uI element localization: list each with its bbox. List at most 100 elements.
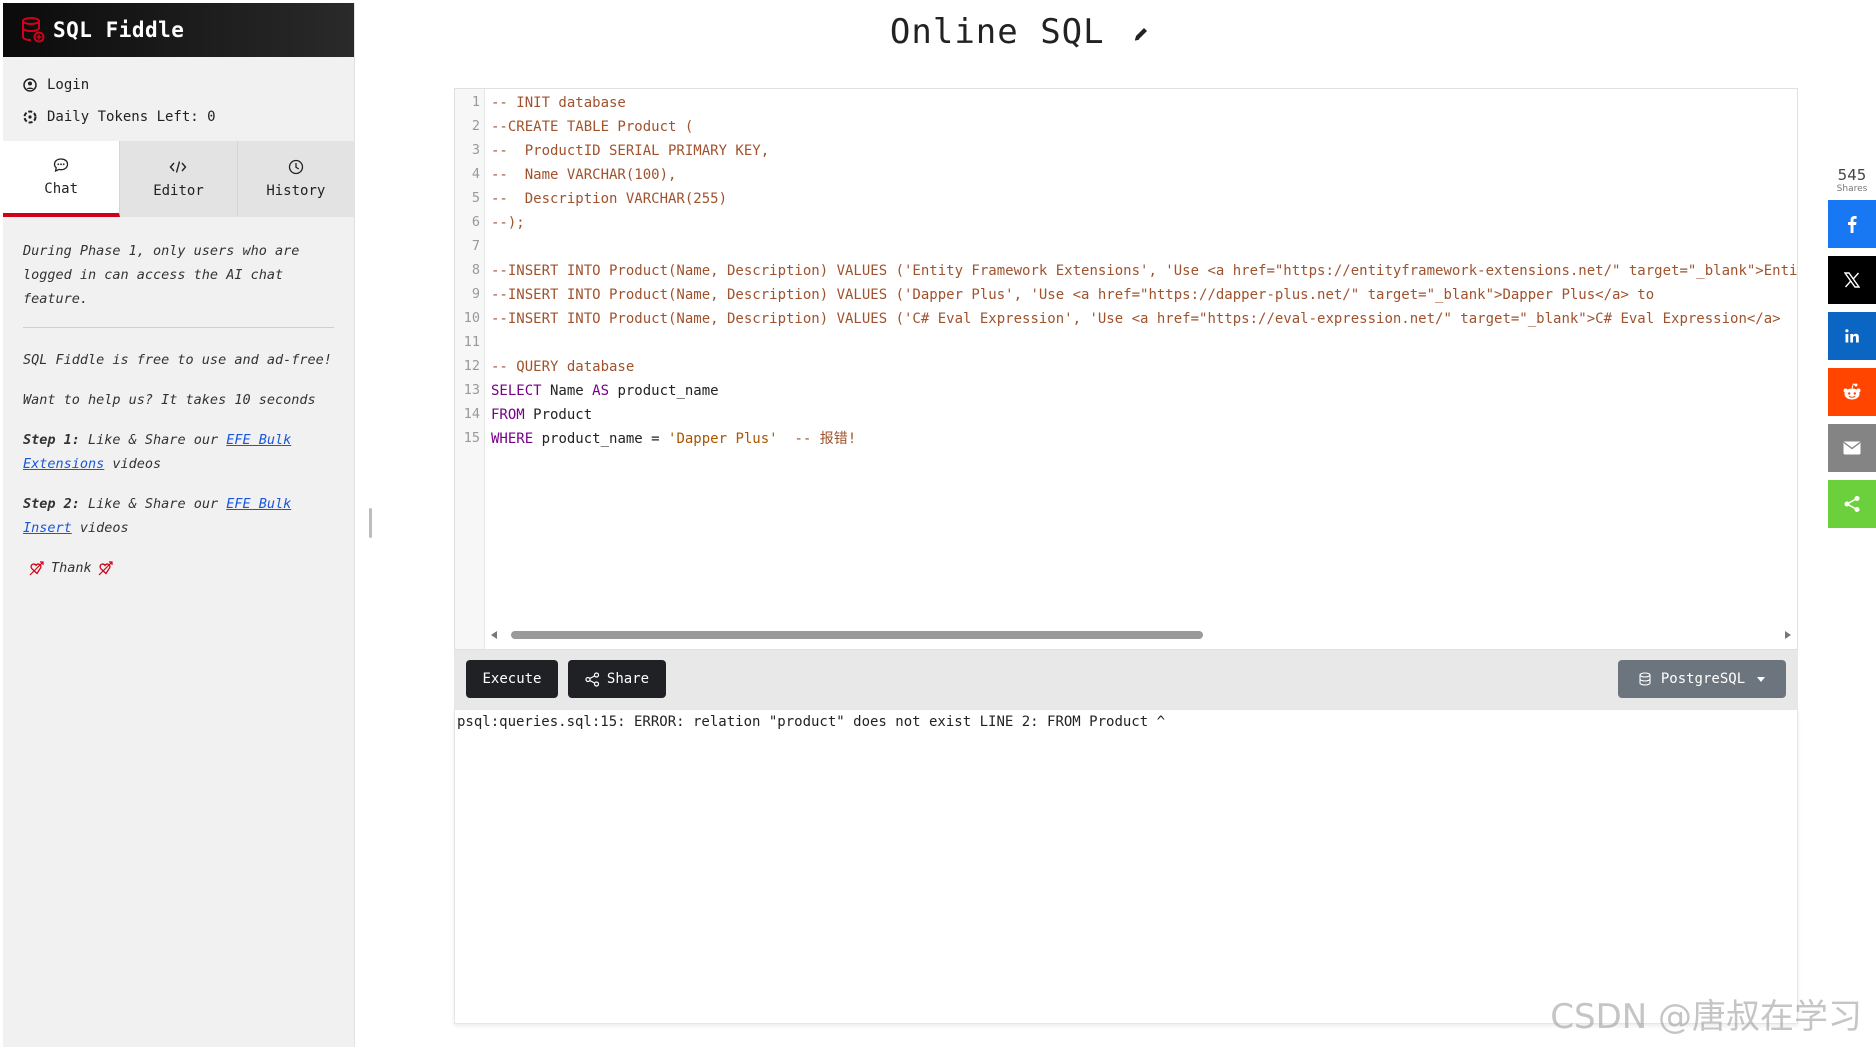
page-title[interactable]: Online SQL <box>600 12 1440 52</box>
step-2: Step 2: Like & Share our EFE Bulk Insert… <box>23 492 334 540</box>
code-token: --INSERT INTO Product(Name, Description)… <box>491 263 1797 279</box>
brand-header[interactable]: SQL Fiddle <box>3 3 354 57</box>
code-line[interactable]: --INSERT INTO Product(Name, Description)… <box>491 307 1781 331</box>
code-line[interactable]: --INSERT INTO Product(Name, Description)… <box>491 259 1797 283</box>
code-line[interactable]: -- Description VARCHAR(255) <box>491 187 727 211</box>
watermark: CSDN @唐叔在学习 <box>1550 997 1862 1037</box>
execute-button[interactable]: Execute <box>466 660 558 698</box>
line-number: 6 <box>471 214 480 230</box>
code-token: -- ProductID SERIAL PRIMARY KEY, <box>491 143 770 159</box>
phase-notice: During Phase 1, only users who are logge… <box>23 243 300 307</box>
editor-toolbar: Execute Share PostgreSQL <box>454 650 1798 710</box>
sidebar: SQL Fiddle Login Daily Tokens Left: 0 Ch… <box>3 3 355 1047</box>
database-dropdown[interactable]: PostgreSQL <box>1618 660 1786 698</box>
email-share-button[interactable] <box>1828 424 1876 472</box>
code-line[interactable]: --); <box>491 211 525 235</box>
divider <box>23 327 334 328</box>
line-number: 15 <box>463 430 480 446</box>
reddit-share-button[interactable] <box>1828 368 1876 416</box>
code-token: Product <box>524 407 593 423</box>
pencil-icon[interactable] <box>1132 25 1150 43</box>
heart-arrow-icon <box>98 561 113 576</box>
code-line[interactable]: -- Name VARCHAR(100), <box>491 163 676 187</box>
line-number-gutter: 1 2 3 4 5 6 7 8 9 10 11 12 13 14 15 <box>455 89 485 649</box>
line-number: 11 <box>463 334 480 350</box>
code-token: product_name = <box>533 431 669 447</box>
brand-title: SQL Fiddle <box>53 18 185 42</box>
code-token: --INSERT INTO Product(Name, Description)… <box>491 287 1655 303</box>
code-token: SELECT <box>491 383 542 399</box>
free-notice: SQL Fiddle is free to use and ad-free! <box>23 352 332 368</box>
code-line[interactable]: -- INIT database <box>491 91 626 115</box>
scrollbar-thumb[interactable] <box>511 631 1203 639</box>
panel-resize-handle[interactable] <box>369 508 372 538</box>
horizontal-scrollbar[interactable] <box>491 627 1791 641</box>
share-count: 545 Shares <box>1828 166 1876 194</box>
line-number: 3 <box>471 142 480 158</box>
line-number: 13 <box>463 382 480 398</box>
code-line[interactable]: --CREATE TABLE Product ( <box>491 115 693 139</box>
thanks-label: Thank <box>51 560 92 576</box>
scroll-left-icon[interactable] <box>491 631 497 639</box>
database-label: PostgreSQL <box>1660 671 1746 687</box>
code-line[interactable]: WHERE product_name = 'Dapper Plus' -- 报错… <box>491 427 856 451</box>
tab-chat[interactable]: Chat <box>3 141 121 217</box>
line-number: 7 <box>471 238 480 254</box>
code-token: --INSERT INTO Product(Name, Description)… <box>491 311 1781 327</box>
more-share-button[interactable] <box>1828 480 1876 528</box>
step-1: Step 1: Like & Share our EFE Bulk Extens… <box>23 428 334 476</box>
code-token: WHERE <box>491 431 534 447</box>
line-number: 1 <box>471 94 480 110</box>
tab-editor-label: Editor <box>153 183 204 199</box>
step-1-text: Like & Share our <box>79 432 227 448</box>
code-token: -- INIT database <box>491 95 626 111</box>
login-label: Login <box>47 77 90 93</box>
code-line[interactable]: SELECT Name AS product_name <box>491 379 719 403</box>
code-area[interactable]: -- INIT database --CREATE TABLE Product (… <box>491 89 1797 633</box>
code-line[interactable]: FROM Product <box>491 403 592 427</box>
share-icon <box>1844 496 1860 512</box>
code-token: product_name <box>609 383 719 399</box>
linkedin-icon <box>1845 329 1859 343</box>
user-box: Login Daily Tokens Left: 0 <box>3 57 354 141</box>
social-share-bar: 545 Shares <box>1828 166 1876 536</box>
database-logo-icon <box>22 17 45 43</box>
line-number: 5 <box>471 190 480 206</box>
linkedin-share-button[interactable] <box>1828 312 1876 360</box>
x-share-button[interactable] <box>1828 256 1876 304</box>
help-notice: Want to help us? It takes 10 seconds <box>23 392 316 408</box>
sql-editor[interactable]: 1 2 3 4 5 6 7 8 9 10 11 12 13 14 15 -- INIT database --… <box>454 88 1798 650</box>
share-button[interactable]: Share <box>568 660 666 698</box>
login-link[interactable]: Login <box>3 69 354 101</box>
step-2-text: Like & Share our <box>79 496 227 512</box>
tab-history[interactable]: History <box>238 141 354 217</box>
share-nodes-icon <box>585 671 600 687</box>
email-icon <box>1843 441 1861 455</box>
code-token: AS <box>592 383 610 399</box>
heart-arrow-icon <box>29 561 44 576</box>
step-1-suffix: videos <box>104 456 162 472</box>
error-message: psql:queries.sql:15: ERROR: relation "pr… <box>457 714 1166 730</box>
code-token: -- Name VARCHAR(100), <box>491 167 677 183</box>
scroll-right-icon[interactable] <box>1785 631 1791 639</box>
tab-editor[interactable]: Editor <box>120 141 238 217</box>
line-number: 12 <box>463 358 480 374</box>
code-line[interactable]: -- QUERY database <box>491 355 634 379</box>
code-token: 'Dapper Plus' <box>668 431 778 447</box>
line-number: 8 <box>471 262 480 278</box>
facebook-share-button[interactable] <box>1828 200 1876 248</box>
sidebar-tabs: Chat Editor History <box>3 141 354 217</box>
facebook-icon <box>1848 216 1857 233</box>
tab-chat-label: Chat <box>44 181 79 197</box>
thanks-line: Thank <box>23 556 334 580</box>
code-token: FROM <box>491 407 525 423</box>
line-number: 14 <box>463 406 480 422</box>
reddit-icon <box>1843 383 1861 400</box>
page-title-text: Online SQL <box>889 12 1105 52</box>
code-token: -- 报错! <box>777 431 857 447</box>
code-line[interactable]: --INSERT INTO Product(Name, Description)… <box>491 283 1654 307</box>
step-2-label: Step 2: <box>23 496 80 512</box>
user-circle-icon <box>23 78 37 92</box>
code-line[interactable]: -- ProductID SERIAL PRIMARY KEY, <box>491 139 769 163</box>
chat-panel: During Phase 1, only users who are logge… <box>3 217 354 618</box>
